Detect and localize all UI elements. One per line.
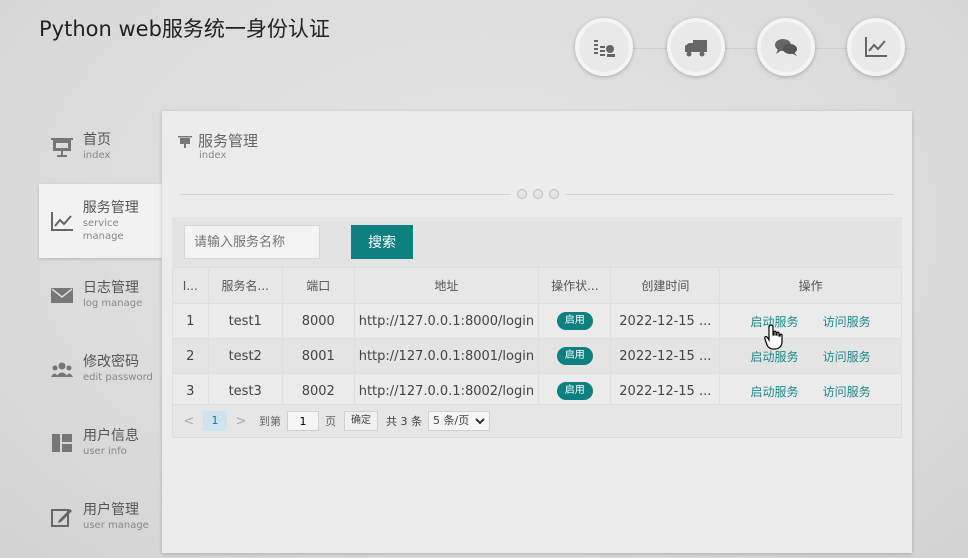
chat-icon[interactable] xyxy=(757,18,815,76)
presentation-icon xyxy=(49,136,75,158)
search-input[interactable] xyxy=(184,225,320,259)
users-icon xyxy=(49,358,75,380)
line-chart-icon xyxy=(49,210,75,232)
sidebar-item-edit-password[interactable]: 修改密码 edit password xyxy=(39,332,163,406)
cell-port: 8000 xyxy=(281,303,355,339)
status-badge: 启用 xyxy=(556,312,593,330)
sidebar-label: 用户信息 xyxy=(83,428,139,444)
cell-name: test1 xyxy=(207,303,283,339)
coins-icon[interactable] xyxy=(575,18,633,76)
presentation-icon xyxy=(178,136,192,148)
column-header: 操作 xyxy=(719,267,902,304)
column-header[interactable]: 地址 xyxy=(353,267,540,304)
hand-cursor-icon xyxy=(764,324,783,350)
search-button[interactable]: 搜索 xyxy=(351,225,413,259)
column-header[interactable]: 创建时间 xyxy=(610,267,721,304)
layout-icon xyxy=(49,432,75,454)
divider-dots xyxy=(511,189,565,199)
truck-icon[interactable] xyxy=(667,18,725,76)
cell-id: 2 xyxy=(172,338,209,374)
visit-service-link[interactable]: 访问服务 xyxy=(823,385,871,399)
visit-service-link[interactable]: 访问服务 xyxy=(823,315,871,329)
cell-status: 启用 xyxy=(538,338,612,374)
sidebar-label: 修改密码 xyxy=(83,354,139,370)
search-toolbar: 搜索 xyxy=(172,217,902,267)
service-table: I... 服务名... 端口 地址 操作状... 创建时间 操作 1 test1… xyxy=(172,267,902,409)
cell-port: 8001 xyxy=(281,338,355,374)
sidebar-sublabel: user manage xyxy=(83,520,149,531)
page-subtitle: index xyxy=(199,150,227,161)
sidebar-item-service-manage[interactable]: 服务管理 service manage xyxy=(39,184,162,258)
cell-created: 2022-12-15 ... xyxy=(610,338,721,374)
column-header[interactable]: I... xyxy=(172,267,209,304)
table-row: 2 test2 8001 http://127.0.0.1:8001/login… xyxy=(172,338,902,374)
cell-status: 启用 xyxy=(538,303,612,339)
start-service-link[interactable]: 启动服务 xyxy=(751,350,799,364)
app-title: Python web服务统一身份认证 xyxy=(39,17,330,41)
sidebar: 首页 index 服务管理 service manage 日志管理 log ma… xyxy=(39,110,163,554)
page-size-select[interactable]: 5 条/页 xyxy=(428,411,491,431)
cell-name: test2 xyxy=(207,338,283,374)
sidebar-label: 用户管理 xyxy=(83,502,139,518)
table-header-row: I... 服务名... 端口 地址 操作状... 创建时间 操作 xyxy=(172,267,902,304)
sidebar-item-user-manage[interactable]: 用户管理 user manage xyxy=(39,480,163,554)
panel-header: 服务管理 index xyxy=(178,133,258,162)
envelope-icon xyxy=(49,284,75,306)
total-count: 共 3 条 xyxy=(386,415,422,428)
goto-label: 到第 xyxy=(259,415,281,428)
line-chart-icon[interactable] xyxy=(847,18,905,76)
cell-url: http://127.0.0.1:8001/login xyxy=(353,338,540,374)
edit-icon xyxy=(49,506,75,528)
status-badge: 启用 xyxy=(556,382,593,400)
sidebar-sublabel: edit password xyxy=(83,372,153,383)
status-badge: 启用 xyxy=(556,347,593,365)
cell-url: http://127.0.0.1:8000/login xyxy=(353,303,540,339)
sidebar-sublabel: service manage xyxy=(82,217,124,242)
sidebar-sublabel: user info xyxy=(83,446,127,457)
cell-actions: 启动服务 访问服务 xyxy=(719,338,902,374)
sidebar-sublabel: index xyxy=(83,150,111,161)
column-header[interactable]: 服务名... xyxy=(207,267,283,304)
sidebar-item-index[interactable]: 首页 index xyxy=(39,110,163,184)
column-header[interactable]: 操作状... xyxy=(538,267,612,304)
cell-created: 2022-12-15 ... xyxy=(610,303,721,339)
sidebar-item-log-manage[interactable]: 日志管理 log manage xyxy=(39,258,163,332)
prev-page-button[interactable]: < xyxy=(179,414,199,429)
page-title: 服务管理 xyxy=(198,132,259,150)
sidebar-sublabel: log manage xyxy=(83,298,143,309)
column-header[interactable]: 端口 xyxy=(281,267,355,304)
visit-service-link[interactable]: 访问服务 xyxy=(823,350,871,364)
page-size-value: 5 条/页 xyxy=(433,414,470,427)
goto-confirm-button[interactable]: 确定 xyxy=(344,411,378,431)
sidebar-item-user-info[interactable]: 用户信息 user info xyxy=(39,406,163,480)
chevron-down-icon xyxy=(475,418,485,425)
pagination: < 1 > 到第 页 确定 共 3 条 5 条/页 xyxy=(172,404,902,438)
table-row: 1 test1 8000 http://127.0.0.1:8000/login… xyxy=(172,303,902,339)
sidebar-label: 日志管理 xyxy=(83,280,139,296)
next-page-button[interactable]: > xyxy=(231,414,251,429)
cell-id: 1 xyxy=(172,303,209,339)
cell-actions: 启动服务 访问服务 xyxy=(719,303,902,339)
page-label: 页 xyxy=(325,415,336,428)
sidebar-label: 服务管理 xyxy=(82,199,139,216)
sidebar-label: 首页 xyxy=(83,132,111,148)
page-number-current[interactable]: 1 xyxy=(203,411,227,431)
goto-page-input[interactable] xyxy=(287,411,319,431)
main-panel: 服务管理 index 搜索 I... 服务名... 端口 地址 操作状... 创… xyxy=(162,111,912,553)
top-icon-bar xyxy=(575,18,910,80)
start-service-link[interactable]: 启动服务 xyxy=(751,385,799,399)
